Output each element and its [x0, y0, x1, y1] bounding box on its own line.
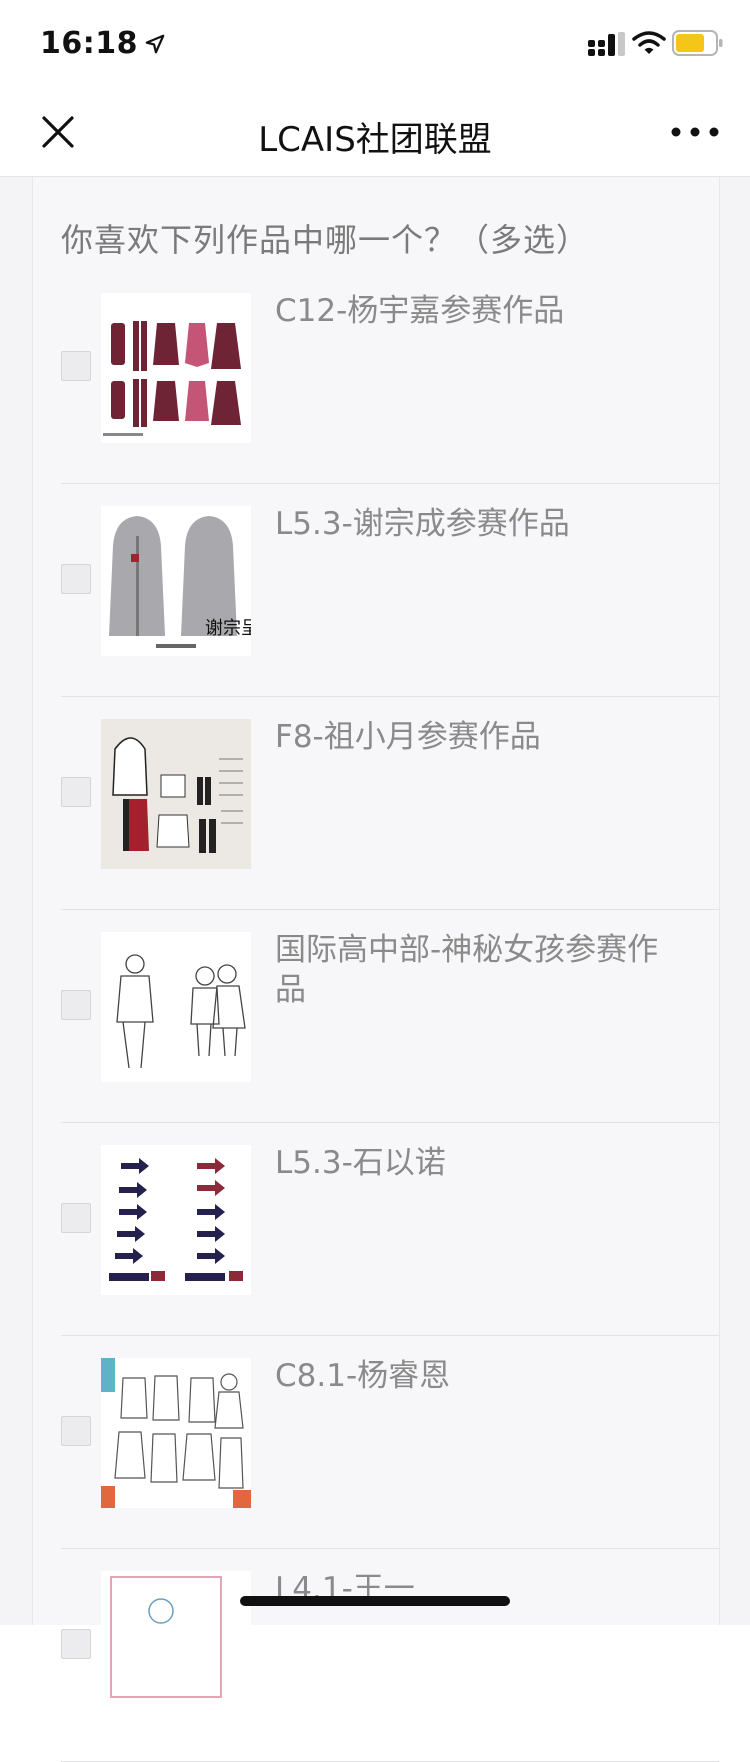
option-item[interactable]: L5.3-石以诺 [61, 1123, 719, 1336]
option-thumbnail [101, 1571, 251, 1721]
time-text: 16:18 [40, 26, 138, 61]
page-title: LCAIS社团联盟 [258, 120, 492, 160]
option-item[interactable]: 谢宗呈 L5.3-谢宗成参赛作品 [61, 484, 719, 697]
question-title: 你喜欢下列作品中哪一个？（多选） [61, 221, 590, 259]
option-label: C12-杨宇嘉参赛作品 [275, 293, 565, 329]
status-bar: 16:18 [0, 0, 750, 88]
survey-card: 你喜欢下列作品中哪一个？（多选） C12-杨宇嘉参赛作品 谢宗呈 L5.3-谢宗… [32, 177, 720, 1762]
option-item[interactable]: 国际高中部-神秘女孩参赛作品 [61, 910, 719, 1123]
option-item[interactable]: L4.1-王一 [61, 1549, 719, 1762]
option-thumbnail [101, 293, 251, 443]
option-checkbox[interactable] [61, 1203, 91, 1233]
option-checkbox[interactable] [61, 990, 91, 1020]
option-thumbnail [101, 1358, 251, 1508]
option-item[interactable]: C8.1-杨睿恩 [61, 1336, 719, 1549]
option-item[interactable]: C12-杨宇嘉参赛作品 [61, 271, 719, 484]
option-thumbnail: 谢宗呈 [101, 506, 251, 656]
option-list: C12-杨宇嘉参赛作品 谢宗呈 L5.3-谢宗成参赛作品 F8-祖小月参赛作品 … [61, 271, 719, 1762]
option-label: 国际高中部-神秘女孩参赛作品 [275, 932, 659, 1008]
option-checkbox[interactable] [61, 1416, 91, 1446]
home-indicator[interactable] [240, 1596, 510, 1606]
option-label: C8.1-杨睿恩 [275, 1358, 451, 1394]
status-time: 16:18 [40, 26, 166, 61]
location-arrow-icon [145, 34, 165, 53]
more-icon[interactable] [670, 122, 720, 142]
option-label: L5.3-石以诺 [275, 1145, 446, 1181]
option-checkbox[interactable] [61, 1629, 91, 1659]
wifi-icon [632, 31, 666, 54]
option-checkbox[interactable] [61, 351, 91, 381]
option-thumbnail [101, 719, 251, 869]
option-checkbox[interactable] [61, 564, 91, 594]
page-content: 你喜欢下列作品中哪一个？（多选） C12-杨宇嘉参赛作品 谢宗呈 L5.3-谢宗… [0, 177, 750, 1762]
option-thumbnail [101, 1145, 251, 1295]
option-label: L5.3-谢宗成参赛作品 [275, 506, 570, 542]
option-thumbnail [101, 932, 251, 1082]
option-label: F8-祖小月参赛作品 [275, 719, 541, 755]
thumb-caption: 谢宗呈 [205, 618, 251, 639]
nav-bar: LCAIS社团联盟 [0, 88, 750, 177]
battery-icon [672, 30, 723, 56]
option-checkbox[interactable] [61, 777, 91, 807]
signal-icon [588, 32, 625, 56]
option-item[interactable]: F8-祖小月参赛作品 [61, 697, 719, 910]
